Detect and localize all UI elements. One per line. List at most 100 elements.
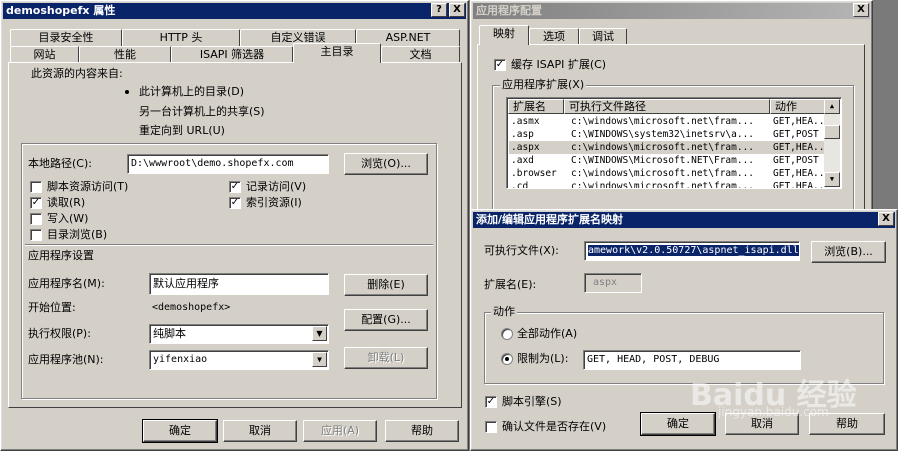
chevron-down-icon[interactable]: ▼	[312, 326, 327, 341]
tab-mappings[interactable]: 映射	[479, 25, 529, 45]
table-row[interactable]: .axd C:\WINDOWS\Microsoft.NET\Fram... GE…	[509, 154, 826, 167]
extension-label: 扩展名(E):	[484, 278, 537, 291]
checkbox-directory-browsing[interactable]	[30, 229, 42, 241]
checkbox-verify-file-label: 确认文件是否存在(V)	[502, 420, 607, 433]
column-header-path[interactable]: 可执行文件路径	[564, 99, 770, 114]
extension-input[interactable]: aspx	[584, 273, 642, 293]
checkbox-script-source-access-label: 脚本资源访问(T)	[47, 180, 129, 193]
radio-limit-to-label: 限制为(L):	[517, 352, 569, 365]
column-header-verbs[interactable]: 动作	[770, 99, 826, 114]
checkbox-script-engine-label: 脚本引擎(S)	[502, 395, 562, 408]
configure-button[interactable]: 配置(G)...	[344, 309, 428, 331]
baidu-watermark-url: jingyan.baidu.com	[718, 405, 829, 419]
tab-home-directory[interactable]: 主目录	[293, 43, 381, 63]
row-path: c:\windows\microsoft.net\fram...	[571, 181, 755, 189]
chevron-down-icon[interactable]: ▼	[312, 352, 327, 367]
apply-button[interactable]: 应用(A)	[303, 420, 377, 442]
app-name-label: 应用程序名(M):	[28, 277, 105, 290]
checkbox-index-resource[interactable]: ✓	[229, 197, 241, 209]
mappings-panel: ✓ 缓存 ISAPI 扩展(C) 应用程序扩展(X) 扩展名 可执行文件路径 动…	[477, 44, 865, 215]
ok-button[interactable]: 确定	[142, 419, 218, 443]
checkbox-write[interactable]	[30, 213, 42, 225]
local-path-label: 本地路径(C):	[28, 157, 92, 170]
close-icon[interactable]: X	[449, 3, 465, 17]
radio-limit-to[interactable]	[501, 353, 513, 365]
table-row[interactable]: .cd c:\windows\microsoft.net\fram... GET…	[509, 180, 827, 189]
add-edit-title: 添加/编辑应用程序扩展名映射	[476, 213, 624, 226]
row-verbs: GET,HEA...	[773, 168, 827, 179]
app-name-input[interactable]: 默认应用程序	[149, 273, 329, 295]
row-ext: .aspx	[511, 142, 540, 153]
radio-local-directory[interactable]	[121, 86, 133, 98]
table-row-selected[interactable]: .aspx c:\windows\microsoft.net\fram... G…	[509, 141, 827, 154]
row-path: C:\WINDOWS\Microsoft.NET\Fram...	[571, 155, 755, 166]
radio-network-share[interactable]	[121, 106, 133, 118]
exec-perm-select[interactable]: 纯脚本 ▼	[149, 324, 329, 344]
close-icon[interactable]: X	[878, 212, 894, 226]
radio-all-verbs-label: 全部动作(A)	[517, 327, 578, 340]
radio-local-directory-label: 此计算机上的目录(D)	[139, 85, 245, 98]
row-verbs: GET,HEA...	[773, 181, 827, 189]
app-pool-label: 应用程序池(N):	[28, 353, 104, 366]
row-verbs: GET,POST	[773, 155, 819, 166]
app-pool-select[interactable]: yifenxiao ▼	[149, 350, 329, 370]
tab-debugging[interactable]: 调试	[579, 28, 627, 45]
close-icon[interactable]: X	[853, 3, 869, 17]
scroll-thumb[interactable]	[824, 125, 840, 139]
row-path: c:\windows\microsoft.net\fram...	[571, 168, 755, 179]
table-row[interactable]: .asp C:\WINDOWS\system32\inetsrv\a... GE…	[509, 128, 826, 141]
help-button[interactable]: 帮助	[385, 420, 459, 442]
ok-button[interactable]: 确定	[640, 412, 716, 436]
row-verbs: GET,POST	[773, 129, 819, 140]
column-header-ext[interactable]: 扩展名	[508, 99, 564, 114]
app-settings-label: 应用程序设置	[28, 249, 94, 262]
browse-button[interactable]: 浏览(O)...	[344, 153, 428, 175]
checkbox-directory-browsing-label: 目录浏览(B)	[47, 228, 108, 241]
start-point-value: <demoshopefx>	[152, 302, 231, 313]
table-row[interactable]: .browser c:\windows\microsoft.net\fram..…	[509, 167, 827, 180]
tab-performance[interactable]: 性能	[79, 46, 171, 63]
scroll-down-icon[interactable]: ▼	[824, 172, 840, 187]
row-path: C:\WINDOWS\system32\inetsrv\a...	[571, 129, 755, 140]
executable-label: 可执行文件(X):	[484, 244, 559, 257]
exec-perm-value: 纯脚本	[153, 327, 186, 340]
checkbox-verify-file[interactable]	[485, 421, 497, 433]
help-icon[interactable]: ?	[431, 3, 447, 17]
radio-redirect-url[interactable]	[121, 125, 133, 137]
checkbox-index-resource-label: 索引资源(I)	[246, 196, 302, 209]
tab-http-headers[interactable]: HTTP 头	[122, 29, 240, 46]
verbs-group-label: 动作	[491, 305, 517, 319]
browse-button[interactable]: 浏览(B)...	[811, 241, 886, 263]
executable-input[interactable]: amework\v2.0.50727\aspnet_isapi.dll	[584, 241, 800, 261]
limit-verbs-input[interactable]: GET, HEAD, POST, DEBUG	[583, 350, 801, 370]
scroll-up-icon[interactable]: ▲	[824, 99, 840, 114]
tab-directory-security[interactable]: 目录安全性	[10, 29, 122, 46]
checkbox-cache-isapi[interactable]: ✓	[494, 59, 506, 71]
checkbox-script-source-access[interactable]	[30, 181, 42, 193]
checkbox-read[interactable]: ✓	[30, 197, 42, 209]
extensions-scrollbar[interactable]: ▲ ▼	[824, 99, 840, 187]
row-verbs: GET,HEA...	[773, 142, 827, 153]
app-config-titlebar: 应用程序配置	[473, 3, 870, 19]
radio-all-verbs[interactable]	[501, 328, 513, 340]
tab-options[interactable]: 选项	[529, 28, 579, 45]
checkbox-script-engine[interactable]: ✓	[485, 396, 497, 408]
table-row[interactable]: .asmx c:\windows\microsoft.net\fram... G…	[509, 115, 827, 128]
app-config-dialog: 应用程序配置 X 映射 选项 调试 ✓ 缓存 ISAPI 扩展(C) 应用程序扩…	[470, 0, 873, 215]
row-ext: .asp	[511, 129, 534, 140]
row-ext: .axd	[511, 155, 534, 166]
app-extensions-label: 应用程序扩展(X)	[500, 78, 587, 92]
tab-documents[interactable]: 文档	[381, 46, 460, 63]
local-path-input[interactable]: D:\wwwroot\demo.shopefx.com	[127, 154, 329, 174]
remove-button[interactable]: 删除(E)	[344, 274, 428, 296]
extensions-list[interactable]: 扩展名 可执行文件路径 动作 .asmx c:\windows\microsof…	[506, 97, 842, 189]
radio-redirect-url-label: 重定向到 URL(U)	[139, 124, 225, 137]
row-ext: .browser	[511, 168, 557, 179]
properties-title: demoshopefx 属性	[6, 4, 116, 17]
tab-isapi-filters[interactable]: ISAPI 筛选器	[171, 46, 293, 63]
unload-button[interactable]: 卸载(L)	[344, 347, 428, 369]
cancel-button[interactable]: 取消	[223, 420, 297, 442]
checkbox-log-visits[interactable]: ✓	[229, 181, 241, 193]
radio-network-share-label: 另一台计算机上的共享(S)	[139, 105, 265, 118]
tab-website[interactable]: 网站	[10, 46, 79, 63]
